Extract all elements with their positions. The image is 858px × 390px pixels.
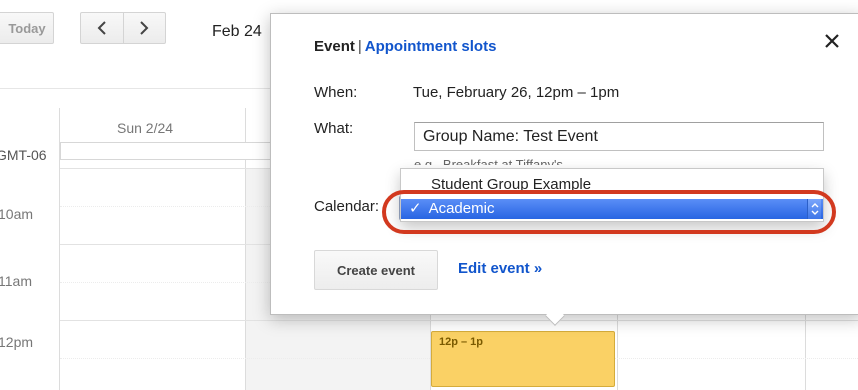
new-event-chip[interactable]: 12p – 1p xyxy=(431,331,615,387)
event-chip-time: 12p – 1p xyxy=(439,336,484,348)
calendar-label: Calendar: xyxy=(314,198,380,215)
next-period-button[interactable] xyxy=(124,13,166,43)
time-label-11am: 11am xyxy=(0,273,32,289)
dialog-tabs: Event | Appointment slots xyxy=(314,38,496,55)
tab-appointment-slots[interactable]: Appointment slots xyxy=(365,38,497,55)
date-range-title: Feb 24 xyxy=(212,23,262,40)
chevron-right-icon xyxy=(140,21,149,35)
time-label-10am: 10am xyxy=(0,206,34,222)
close-icon[interactable] xyxy=(824,30,840,54)
chevron-left-icon xyxy=(97,21,106,35)
today-button[interactable]: Today xyxy=(0,12,54,44)
day-header-sun[interactable]: Sun 2/24 xyxy=(117,120,173,136)
tab-event[interactable]: Event xyxy=(314,38,355,55)
timezone-label: GMT-06 xyxy=(0,147,47,163)
what-label: What: xyxy=(314,120,354,137)
event-title-input[interactable] xyxy=(414,122,824,151)
edit-event-link[interactable]: Edit event » xyxy=(458,260,542,277)
tab-separator: | xyxy=(357,38,362,55)
when-value: Tue, February 26, 12pm – 1pm xyxy=(413,84,620,101)
hour-gridline xyxy=(60,320,858,321)
what-hint: e.g., Breakfast at Tiffany's xyxy=(414,157,563,165)
when-label: When: xyxy=(314,84,358,101)
quick-add-event-dialog: Event | Appointment slots When: Tue, Febru… xyxy=(270,13,858,315)
time-label-12pm: 12pm xyxy=(0,334,34,350)
create-event-button[interactable]: Create event xyxy=(314,250,438,290)
prev-period-button[interactable] xyxy=(81,13,124,43)
annotation-highlight-ring xyxy=(382,190,836,234)
date-nav-group xyxy=(80,12,166,44)
